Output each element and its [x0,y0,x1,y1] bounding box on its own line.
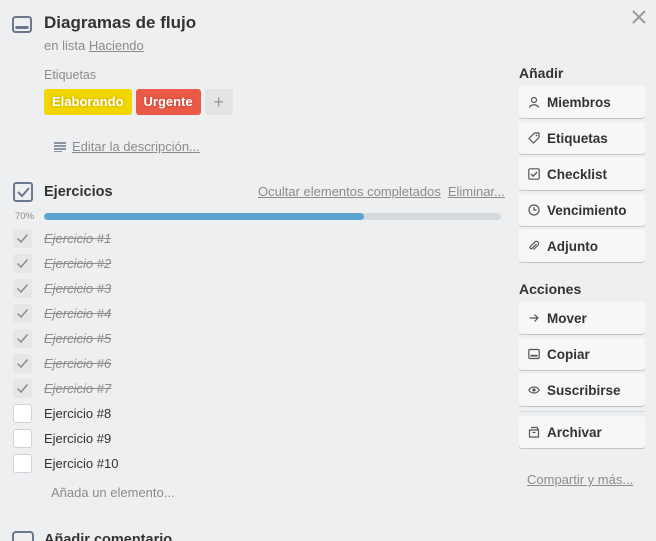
item-checkbox-checked[interactable] [13,279,32,298]
checklist-icon [13,182,33,202]
edit-description-link[interactable]: Editar la descripción... [54,139,200,154]
add-heading: Añadir [519,65,564,81]
archive-button-label: Archivar [547,424,602,440]
item-checkbox-checked[interactable] [13,329,32,348]
comment-icon [12,531,34,541]
subscribe-button[interactable]: Suscribirse [519,374,645,406]
item-label[interactable]: Ejercicio #6 [44,356,111,371]
card-title[interactable]: Diagramas de flujo [44,13,196,33]
add-label-button[interactable]: + [204,89,233,115]
add-comment-title: Añadir comentario [44,532,173,541]
due-date-button[interactable]: Vencimiento [519,194,645,226]
item-checkbox-unchecked[interactable] [13,454,32,473]
actions-heading: Acciones [519,281,582,297]
move-button-label: Mover [547,310,587,326]
checklist-item[interactable]: Ejercicio #7 [13,376,503,401]
copy-button-label: Copiar [547,346,590,362]
tag-icon [528,132,540,144]
progress-bar-fill [44,213,364,220]
sidebar-divider [519,411,645,412]
checklist-item[interactable]: Ejercicio #4 [13,301,503,326]
checklist-item[interactable]: Ejercicio #8 [13,401,503,426]
checklist-item[interactable]: Ejercicio #5 [13,326,503,351]
list-info: en lista Haciendo [44,38,144,53]
checklist-item[interactable]: Ejercicio #2 [13,251,503,276]
labels-button-label: Etiquetas [547,130,608,146]
hide-completed-link[interactable]: Ocultar elementos completados [258,184,441,199]
card-icon [528,348,540,360]
item-checkbox-checked[interactable] [13,379,32,398]
item-checkbox-unchecked[interactable] [13,404,32,423]
check-icon [16,384,29,394]
item-checkbox-unchecked[interactable] [13,429,32,448]
check-icon [16,359,29,369]
checklist-item[interactable]: Ejercicio #9 [13,426,503,451]
item-label[interactable]: Ejercicio #7 [44,381,111,396]
checklist-items: Ejercicio #1 Ejercicio #2 Ejercicio #3 E… [13,226,503,476]
list-prefix: en lista [44,38,86,53]
item-checkbox-checked[interactable] [13,229,32,248]
labels-heading: Etiquetas [44,68,97,82]
add-item-link[interactable]: Añada un elemento... [51,485,175,500]
checklist-item[interactable]: Ejercicio #1 [13,226,503,251]
checklist-actions: Ocultar elementos completados Eliminar..… [258,184,505,199]
item-label[interactable]: Ejercicio #3 [44,281,111,296]
paperclip-icon [529,240,540,251]
move-button[interactable]: Mover [519,302,645,334]
progress-percent: 70% [15,211,35,222]
check-icon [16,334,29,344]
checklist-title[interactable]: Ejercicios [44,184,113,200]
list-link[interactable]: Haciendo [89,38,144,53]
checkbox-icon [528,168,540,180]
labels-button[interactable]: Etiquetas [519,122,645,154]
progress-bar [44,213,501,220]
members-button[interactable]: Miembros [519,86,645,118]
archive-icon [528,426,540,438]
checklist-item[interactable]: Ejercicio #6 [13,351,503,376]
check-icon [16,309,29,319]
item-label[interactable]: Ejercicio #5 [44,331,111,346]
copy-button[interactable]: Copiar [519,338,645,370]
check-icon [16,284,29,294]
label-elaborando[interactable]: Elaborando [44,89,132,115]
members-button-label: Miembros [547,94,611,110]
eye-icon [528,386,540,394]
close-icon[interactable] [630,8,648,26]
card-icon [12,16,32,33]
item-label[interactable]: Ejercicio #10 [44,456,118,471]
delete-checklist-link[interactable]: Eliminar... [448,184,505,199]
subscribe-button-label: Suscribirse [547,382,621,398]
clock-icon [528,204,540,216]
edit-description-label: Editar la descripción... [72,139,200,154]
item-checkbox-checked[interactable] [13,354,32,373]
item-label[interactable]: Ejercicio #2 [44,256,111,271]
due-date-button-label: Vencimiento [547,202,627,218]
arrow-right-icon [529,314,539,322]
person-icon [528,96,540,108]
text-lines-icon [54,141,66,152]
checklist-item[interactable]: Ejercicio #10 [13,451,503,476]
item-checkbox-checked[interactable] [13,254,32,273]
check-icon [16,234,29,244]
attachment-button[interactable]: Adjunto [519,230,645,262]
checklist-item[interactable]: Ejercicio #3 [13,276,503,301]
item-label[interactable]: Ejercicio #8 [44,406,111,421]
item-label[interactable]: Ejercicio #1 [44,231,111,246]
label-urgente[interactable]: Urgente [135,89,201,115]
item-label[interactable]: Ejercicio #9 [44,431,111,446]
item-checkbox-checked[interactable] [13,304,32,323]
checklist-button-label: Checklist [547,166,608,182]
checklist-button[interactable]: Checklist [519,158,645,190]
archive-button[interactable]: Archivar [519,416,645,448]
attachment-button-label: Adjunto [547,238,598,254]
item-label[interactable]: Ejercicio #4 [44,306,111,321]
labels-row: Elaborando Urgente + [44,89,233,115]
share-more-link[interactable]: Compartir y más... [527,472,633,487]
check-icon [16,259,29,269]
